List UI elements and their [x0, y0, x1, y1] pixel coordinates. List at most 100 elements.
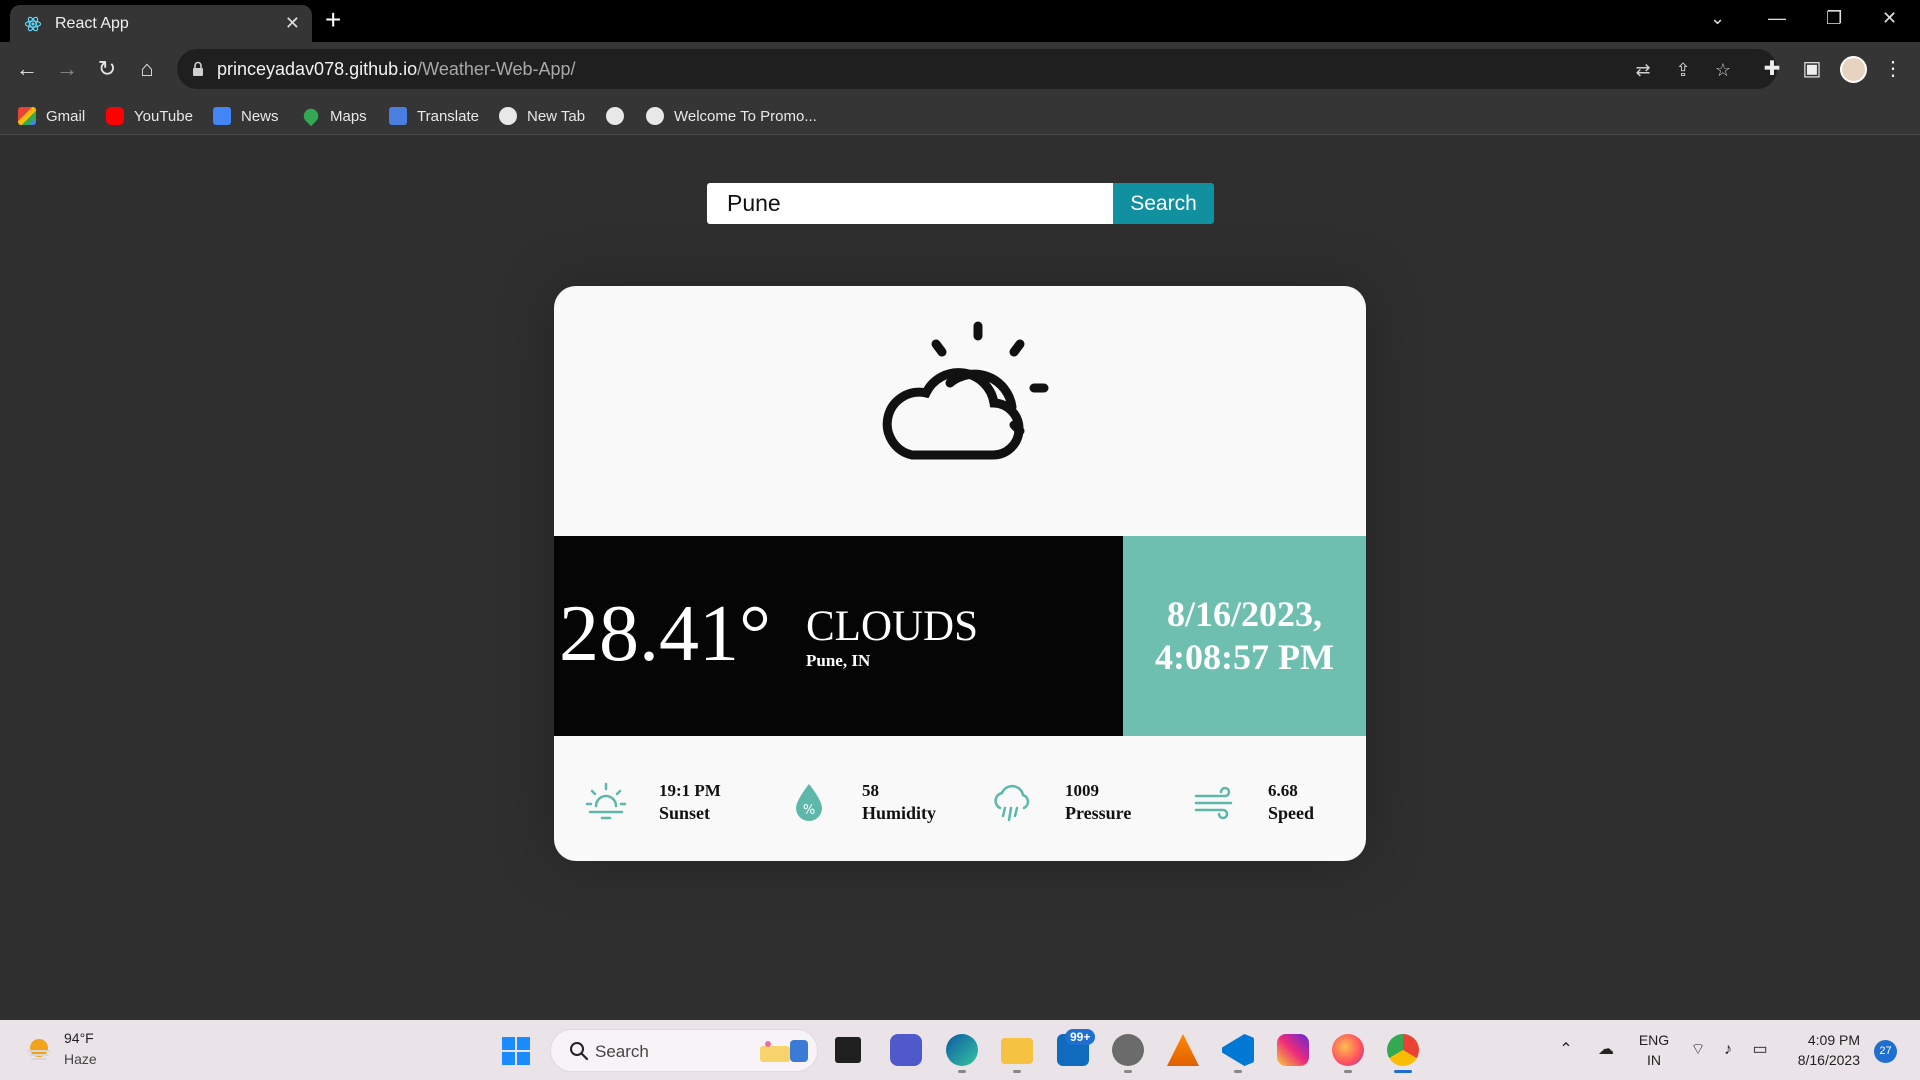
teams-icon[interactable] [890, 1034, 922, 1066]
app-running-indicator [1124, 1070, 1132, 1073]
speed-value: 6.68 [1268, 781, 1298, 800]
weather-card: 28.41° CLOUDS Pune, IN 8/16/2023, 4:08:5… [554, 286, 1366, 861]
sunset-label: Sunset [659, 803, 711, 823]
windows-start-icon[interactable] [502, 1037, 530, 1065]
minimize-icon[interactable]: — [1768, 8, 1786, 29]
file-explorer-icon[interactable] [1001, 1038, 1033, 1064]
temperature-value: 28.41° [559, 590, 771, 678]
bookmark-welcome-promo[interactable]: Welcome To Promo... [646, 105, 817, 127]
stat-humidity: % 58 Humidity [787, 776, 947, 836]
stat-speed: 6.68 Speed [1193, 776, 1353, 836]
bookmark-news[interactable]: News [213, 105, 279, 127]
bookmark-youtube[interactable]: YouTube [106, 105, 193, 127]
bookmark-maps[interactable]: Maps [300, 105, 367, 127]
extensions-icon[interactable]: ✚ [1759, 56, 1785, 82]
search-button[interactable]: Search [1113, 183, 1214, 224]
bookmark-label: Translate [417, 107, 479, 125]
news-icon [213, 107, 231, 125]
back-icon[interactable]: ← [13, 55, 41, 83]
vlc-icon[interactable] [1167, 1034, 1199, 1066]
onedrive-cloud-icon[interactable]: ☁ [1596, 1040, 1616, 1060]
globe-icon [499, 107, 517, 125]
firefox-icon[interactable] [1332, 1034, 1364, 1066]
side-panel-icon[interactable]: ▣ [1799, 56, 1825, 82]
tab-close-icon[interactable]: ✕ [285, 13, 300, 34]
search-form: Search [707, 183, 1214, 224]
city-search-input[interactable] [707, 183, 1113, 224]
app-running-indicator [1344, 1070, 1352, 1073]
sunset-value: 19:1 PM [659, 781, 721, 800]
translate-icon [389, 107, 407, 125]
bookmark-label: Welcome To Promo... [674, 107, 817, 125]
bookmark-untitled[interactable] [606, 105, 634, 127]
home-icon[interactable]: ⌂ [133, 55, 161, 83]
address-bar[interactable]: princeyadav078.github.io/Weather-Web-App… [177, 49, 1777, 89]
settings-icon[interactable] [1112, 1034, 1144, 1066]
taskbar-weather-desc: Haze [64, 1051, 97, 1067]
clock-date[interactable]: 8/16/2023 [1780, 1052, 1860, 1068]
language-top[interactable]: ENG [1636, 1032, 1672, 1048]
gmail-icon [18, 107, 36, 125]
humidity-label: Humidity [862, 803, 937, 823]
translate-page-icon[interactable]: ⇄ [1632, 59, 1654, 81]
new-tab-button[interactable]: + [325, 6, 341, 34]
menu-icon[interactable]: ⋮ [1880, 56, 1906, 82]
pressure-value: 1009 [1065, 781, 1099, 800]
pressure-icon [994, 784, 1030, 822]
browser-toolbar: ← → ↻ ⌂ princeyadav078.github.io/Weather… [0, 42, 1920, 97]
reload-icon[interactable]: ↻ [93, 55, 121, 83]
bookmark-label: YouTube [134, 107, 193, 125]
wifi-icon[interactable]: ⌔ [1688, 1040, 1708, 1060]
taskbar-search-placeholder: Search [595, 1042, 649, 1061]
youtube-icon [106, 107, 124, 125]
time-text: 4:08:57 PM [1155, 637, 1334, 677]
bookmark-new-tab[interactable]: New Tab [499, 105, 585, 127]
mail-badge: 99+ [1065, 1029, 1096, 1045]
windows-taskbar: 94°F Haze Search 99+ ⌃ ☁ ENG IN ⌔ ♪ ▭ 4:… [0, 1020, 1920, 1080]
vscode-icon[interactable] [1222, 1034, 1254, 1066]
svg-text:%: % [803, 803, 815, 818]
notification-count-badge[interactable]: 27 [1874, 1040, 1897, 1063]
search-highlight-icon [760, 1040, 808, 1062]
language-bottom[interactable]: IN [1636, 1052, 1672, 1068]
haze-weather-icon[interactable] [25, 1036, 53, 1064]
app-running-indicator [958, 1070, 966, 1073]
forward-icon[interactable]: → [53, 55, 81, 83]
task-view-icon[interactable] [835, 1037, 861, 1063]
tab-title: React App [55, 15, 129, 32]
restore-icon[interactable]: ❐ [1826, 8, 1842, 29]
close-window-icon[interactable]: ✕ [1882, 8, 1897, 29]
tab-search-icon[interactable]: ⌄ [1710, 8, 1725, 29]
search-icon [570, 1042, 589, 1061]
humidity-value: 58 [862, 781, 879, 800]
weather-condition: CLOUDS [806, 603, 979, 650]
react-icon [24, 16, 42, 32]
bookmark-label: News [241, 107, 279, 125]
profile-avatar[interactable] [1840, 56, 1867, 83]
volume-icon[interactable]: ♪ [1718, 1040, 1738, 1060]
web-page: Search 28.41° CLOUDS Pune, IN 8/16/2023,… [0, 135, 1920, 1020]
bookmark-star-icon[interactable]: ☆ [1712, 59, 1734, 81]
clock-time[interactable]: 4:09 PM [1780, 1032, 1860, 1048]
instagram-icon[interactable] [1277, 1034, 1309, 1066]
show-hidden-icons-chevron-up-icon[interactable]: ⌃ [1556, 1040, 1576, 1060]
app-active-indicator [1394, 1070, 1412, 1073]
battery-icon[interactable]: ▭ [1750, 1040, 1770, 1060]
globe-icon [606, 107, 624, 125]
bookmark-translate[interactable]: Translate [389, 105, 479, 127]
share-icon[interactable]: ⇪ [1672, 59, 1694, 81]
browser-tab[interactable]: React App ✕ [10, 5, 312, 42]
browser-tab-bar: React App ✕ + ⌄ — ❐ ✕ [0, 0, 1920, 42]
bookmark-label: New Tab [527, 107, 586, 125]
date-text: 8/16/2023, [1166, 594, 1322, 634]
bookmark-gmail[interactable]: Gmail [18, 105, 85, 127]
stat-pressure: 1009 Pressure [990, 776, 1150, 836]
chrome-icon[interactable] [1387, 1034, 1419, 1066]
datetime-panel: 8/16/2023, 4:08:57 PM [1123, 536, 1366, 736]
app-running-indicator [1234, 1070, 1242, 1073]
lock-icon [193, 61, 203, 76]
edge-icon[interactable] [946, 1034, 978, 1066]
url-path: /Weather-Web-App/ [417, 59, 576, 79]
taskbar-search[interactable]: Search [550, 1029, 818, 1072]
sunset-icon [585, 782, 627, 820]
